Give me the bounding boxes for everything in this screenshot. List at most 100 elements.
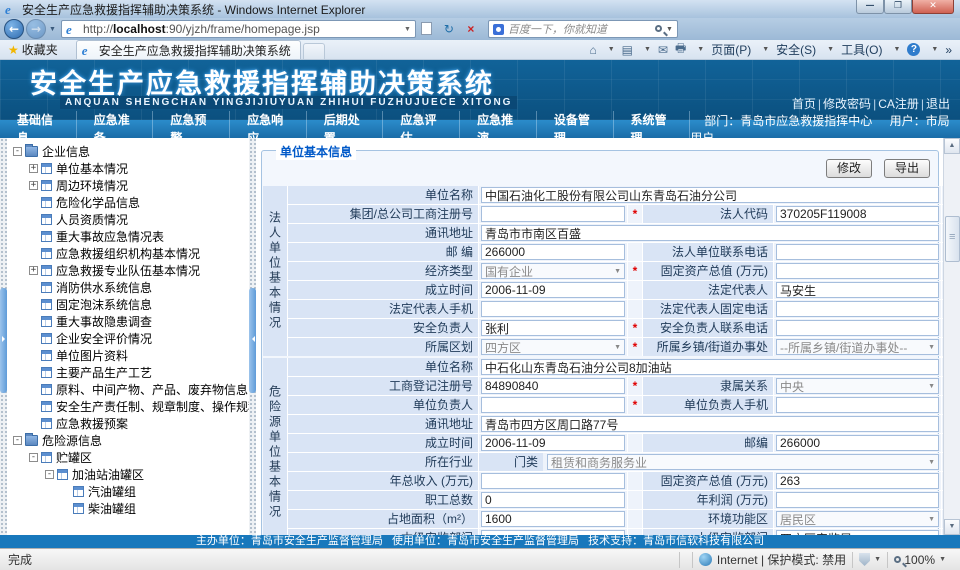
tree-item[interactable]: -加油站油罐区 bbox=[7, 466, 249, 483]
tree-expander[interactable]: - bbox=[29, 453, 38, 462]
form-field-input[interactable] bbox=[776, 244, 939, 260]
help-dropdown-icon[interactable]: ▼ bbox=[931, 46, 938, 53]
collapse-handle-left[interactable] bbox=[0, 288, 7, 393]
form-field-select[interactable]: 居民区▼ bbox=[776, 511, 939, 527]
form-field-input[interactable] bbox=[481, 244, 625, 260]
zoom-level[interactable]: 100% bbox=[904, 553, 935, 567]
tree-item[interactable]: -贮罐区 bbox=[7, 449, 249, 466]
menu-safety[interactable]: 安全(S) bbox=[776, 41, 816, 58]
search-options-icon[interactable]: ▼ bbox=[666, 26, 673, 33]
tree-item[interactable]: 应急救援预案 bbox=[7, 415, 249, 432]
scroll-down-icon[interactable]: ▼ bbox=[944, 519, 960, 535]
print-icon[interactable]: 🖶 bbox=[675, 39, 686, 60]
mail-icon[interactable]: ✉ bbox=[658, 43, 668, 57]
tree-splitter[interactable] bbox=[249, 138, 256, 535]
search-box[interactable]: 百度一下，你就知道 ▼ bbox=[488, 20, 678, 38]
tree-item[interactable]: +应急救援专业队伍基本情况 bbox=[7, 262, 249, 279]
form-field-select[interactable]: 租赁和商务服务业▼ bbox=[547, 454, 939, 470]
form-field-input[interactable] bbox=[481, 473, 625, 489]
zoom-dropdown-icon[interactable]: ▼ bbox=[939, 556, 946, 563]
close-button[interactable]: ✕ bbox=[912, 0, 954, 14]
recent-pages-dropdown[interactable]: ▼ bbox=[49, 26, 56, 33]
protected-mode-icon[interactable] bbox=[859, 553, 870, 566]
left-splitter[interactable] bbox=[0, 138, 7, 535]
tree-item[interactable]: 单位图片资料 bbox=[7, 347, 249, 364]
form-field-input[interactable] bbox=[481, 416, 939, 432]
export-button[interactable]: 导出 bbox=[884, 159, 930, 178]
form-field-input[interactable] bbox=[481, 282, 625, 298]
form-field-input[interactable] bbox=[776, 492, 939, 508]
stop-button[interactable]: × bbox=[460, 19, 482, 39]
feeds-dropdown-icon[interactable]: ▼ bbox=[644, 46, 651, 53]
tree-item[interactable]: -企业信息 bbox=[7, 143, 249, 160]
refresh-button[interactable]: ↻ bbox=[438, 19, 460, 39]
form-field-input[interactable] bbox=[481, 187, 939, 203]
form-field-input[interactable] bbox=[481, 320, 625, 336]
menu-safety-dropdown-icon[interactable]: ▼ bbox=[827, 46, 834, 53]
tree-item[interactable]: +单位基本情况 bbox=[7, 160, 249, 177]
tree-item[interactable]: +周边环境情况 bbox=[7, 177, 249, 194]
zoom-icon[interactable] bbox=[894, 556, 901, 563]
tree-expander[interactable]: + bbox=[29, 181, 38, 190]
form-field-input[interactable] bbox=[481, 225, 939, 241]
tree-item[interactable]: 消防供水系统信息 bbox=[7, 279, 249, 296]
favorites-label[interactable]: 收藏夹 bbox=[22, 41, 58, 58]
form-field-input[interactable] bbox=[776, 473, 939, 489]
form-field-input[interactable] bbox=[481, 511, 625, 527]
tree-expander[interactable]: - bbox=[13, 147, 22, 156]
form-field-input[interactable] bbox=[776, 301, 939, 317]
menu-tools[interactable]: 工具(O) bbox=[841, 41, 882, 58]
search-submit-icon[interactable] bbox=[655, 23, 662, 35]
tree-item[interactable]: 企业安全评价情况 bbox=[7, 330, 249, 347]
home-icon[interactable]: ⌂ bbox=[589, 43, 596, 57]
tree-expander[interactable]: - bbox=[45, 470, 54, 479]
form-field-input[interactable] bbox=[481, 301, 625, 317]
tree-item[interactable]: 危险化学品信息 bbox=[7, 194, 249, 211]
form-field-input[interactable] bbox=[776, 320, 939, 336]
modify-button[interactable]: 修改 bbox=[826, 159, 872, 178]
form-field-select[interactable]: --所属乡镇/街道办事处--▼ bbox=[776, 339, 939, 355]
menu-page-dropdown-icon[interactable]: ▼ bbox=[762, 46, 769, 53]
tree-item[interactable]: 重大事故应急情况表 bbox=[7, 228, 249, 245]
feeds-icon[interactable]: ▤ bbox=[622, 43, 633, 57]
scroll-up-icon[interactable]: ▲ bbox=[944, 138, 960, 154]
new-tab-button[interactable] bbox=[303, 43, 325, 59]
header-link[interactable]: 首页 bbox=[792, 97, 816, 111]
collapse-handle-right[interactable] bbox=[249, 288, 256, 393]
tree-item[interactable]: 人员资质情况 bbox=[7, 211, 249, 228]
form-field-input[interactable] bbox=[481, 359, 939, 375]
tree-item[interactable]: 主要产品生产工艺 bbox=[7, 364, 249, 381]
tree-item[interactable]: 重大事故隐患调查 bbox=[7, 313, 249, 330]
form-field-select[interactable]: 国有企业▼ bbox=[481, 263, 625, 279]
tree-expander[interactable]: + bbox=[29, 164, 38, 173]
form-field-input[interactable] bbox=[776, 435, 939, 451]
print-dropdown-icon[interactable]: ▼ bbox=[697, 46, 704, 53]
form-field-input[interactable] bbox=[776, 206, 939, 222]
address-field[interactable]: e http://localhost:90/yjzh/frame/homepag… bbox=[61, 20, 416, 38]
zone-dropdown-icon[interactable]: ▼ bbox=[874, 556, 881, 563]
minimize-button[interactable]: — bbox=[856, 0, 884, 14]
home-dropdown-icon[interactable]: ▼ bbox=[608, 46, 615, 53]
form-field-input[interactable] bbox=[776, 263, 939, 279]
favorites-star-icon[interactable]: ★ bbox=[8, 43, 19, 57]
address-dropdown-icon[interactable]: ▼ bbox=[404, 26, 411, 33]
tree-item[interactable]: -危险源信息 bbox=[7, 432, 249, 449]
help-icon[interactable]: ? bbox=[907, 43, 920, 56]
form-field-select[interactable]: 中央▼ bbox=[776, 378, 939, 394]
form-field-input[interactable] bbox=[776, 282, 939, 298]
scrollbar-thumb[interactable] bbox=[945, 216, 960, 262]
compatibility-view-button[interactable] bbox=[416, 19, 438, 39]
form-field-input[interactable] bbox=[481, 397, 625, 413]
more-commands-chevron[interactable]: » bbox=[945, 43, 952, 57]
form-field-input[interactable] bbox=[481, 206, 625, 222]
tree-item[interactable]: 原料、中间产物、产品、废弃物信息 bbox=[7, 381, 249, 398]
tree-item[interactable]: 固定泡沫系统信息 bbox=[7, 296, 249, 313]
tree-item[interactable]: 柴油罐组 bbox=[7, 500, 249, 517]
tree-expander[interactable]: + bbox=[29, 266, 38, 275]
vertical-scrollbar[interactable]: ▲ ▼ bbox=[943, 138, 960, 535]
form-field-input[interactable] bbox=[481, 435, 625, 451]
form-field-input[interactable] bbox=[481, 378, 625, 394]
header-link[interactable]: CA注册 bbox=[878, 97, 919, 111]
header-link[interactable]: 修改密码 bbox=[823, 97, 871, 111]
menu-page[interactable]: 页面(P) bbox=[711, 41, 751, 58]
